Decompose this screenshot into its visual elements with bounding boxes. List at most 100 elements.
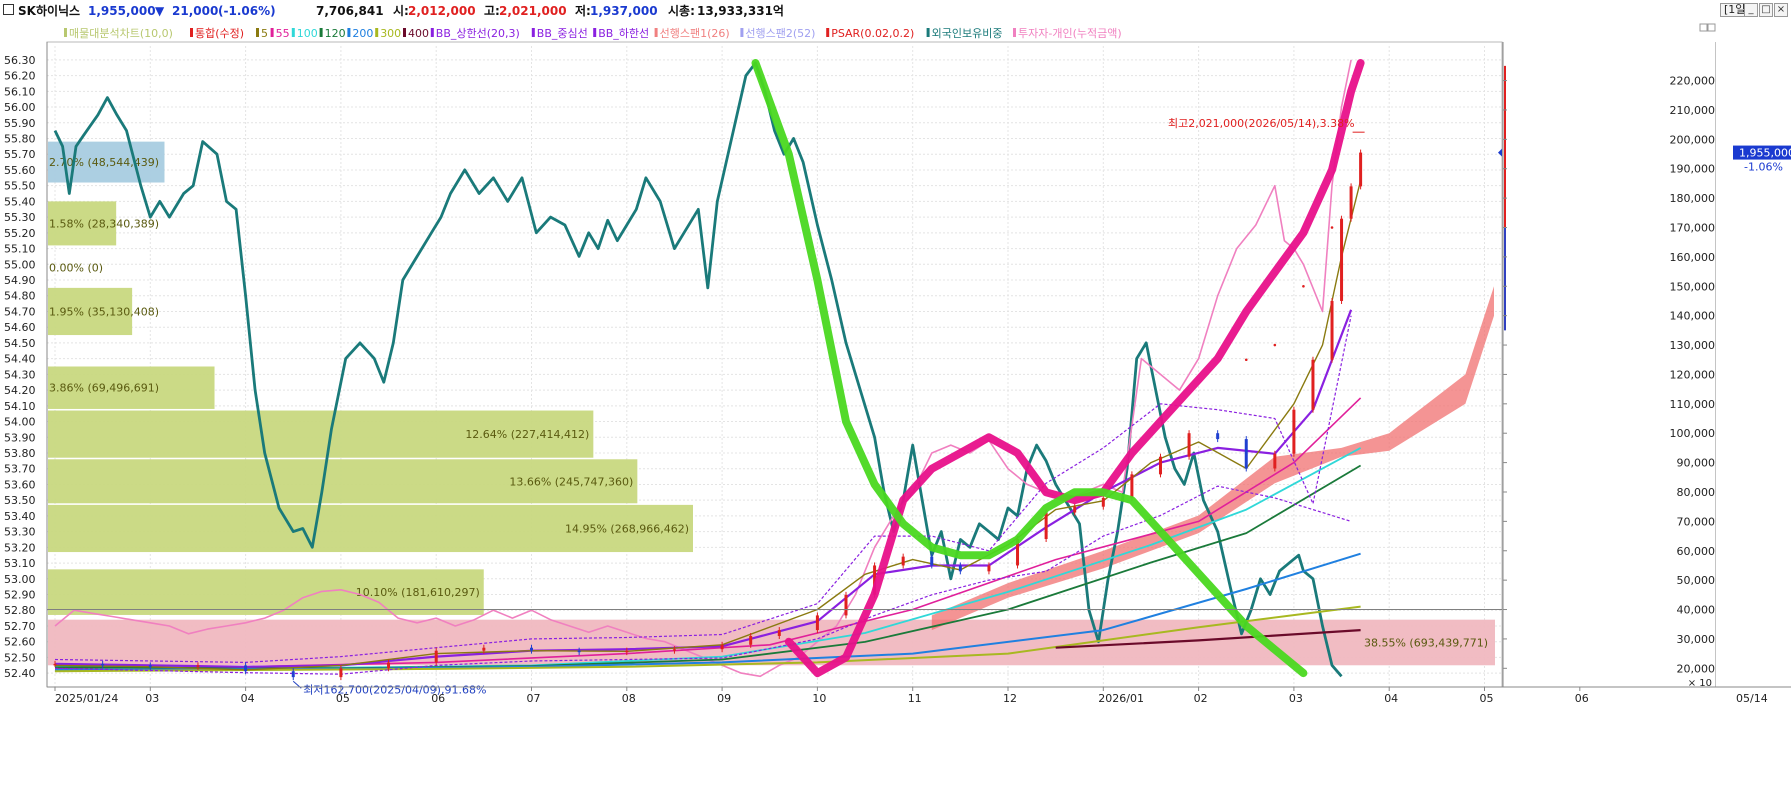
select-checkbox[interactable] xyxy=(3,4,14,15)
x-axis-tick: 12 xyxy=(1003,692,1017,705)
candle-body xyxy=(339,668,343,678)
current-price-label: 1,955,000 xyxy=(1739,147,1791,160)
minimize-button[interactable]: _ xyxy=(1744,3,1758,17)
current-price: 1,955,000 xyxy=(88,4,156,18)
legend-swatch xyxy=(375,28,379,37)
legend-item: 120 xyxy=(325,27,346,40)
open-price: 2,012,000 xyxy=(408,4,476,18)
cap-label: 시총: xyxy=(668,4,695,18)
right-axis-tick: 150,000 xyxy=(1670,280,1716,293)
x-axis-tick: 2026/01 xyxy=(1098,692,1144,705)
low-price: 1,937,000 xyxy=(590,4,658,18)
right-axis-tick: 180,000 xyxy=(1670,192,1716,205)
right-axis-tick: 90,000 xyxy=(1677,457,1716,470)
left-axis-tick: 53.60 xyxy=(4,478,36,491)
left-axis-tick: 52.80 xyxy=(4,604,36,617)
candle-body xyxy=(672,649,676,651)
x-axis-tick: 10 xyxy=(812,692,826,705)
candle-body xyxy=(53,663,57,666)
left-axis-tick: 53.00 xyxy=(4,573,36,586)
legend-item: 통합(수정) xyxy=(195,27,244,40)
right-axis-tick: 190,000 xyxy=(1670,163,1716,176)
legend-item: PSAR(0.02,0.2) xyxy=(831,27,914,40)
left-axis-tick: 53.40 xyxy=(4,510,36,523)
left-axis-tick: 54.40 xyxy=(4,353,36,366)
left-axis-tick: 56.10 xyxy=(4,85,36,98)
legend-item: 매물대분석차트(10,0) xyxy=(69,27,173,40)
left-axis-tick: 52.90 xyxy=(4,589,36,602)
left-axis-tick: 53.20 xyxy=(4,541,36,554)
legend-swatch xyxy=(531,28,535,37)
left-axis-tick: 53.80 xyxy=(4,447,36,460)
legend-swatch xyxy=(347,28,351,37)
x-axis-tick: 09 xyxy=(717,692,731,705)
left-axis-tick: 53.70 xyxy=(4,463,36,476)
left-axis-tick: 55.50 xyxy=(4,180,36,193)
volume: 7,706,841 xyxy=(316,4,384,18)
right-axis-tick: 80,000 xyxy=(1677,486,1716,499)
x-axis-tick: 05 xyxy=(336,692,350,705)
candle-body xyxy=(1187,433,1191,457)
left-axis-tick: 54.70 xyxy=(4,305,36,318)
volume-profile-label: 0.00% (0) xyxy=(49,261,103,274)
legend-item: 외국인보유비중 xyxy=(932,27,1003,40)
stock-name[interactable]: SK하이닉스 xyxy=(18,4,80,18)
right-axis-tick: 120,000 xyxy=(1670,368,1716,381)
legend-swatch xyxy=(190,28,193,37)
left-axis-tick: 55.80 xyxy=(4,132,36,145)
candle-body xyxy=(844,594,848,616)
left-axis-tick: 54.50 xyxy=(4,337,36,350)
left-axis-tick: 54.80 xyxy=(4,290,36,303)
market-cap: 13,933,331억 xyxy=(697,4,784,18)
left-axis-tick: 55.10 xyxy=(4,243,36,256)
candle-body xyxy=(1101,497,1105,507)
legend-item: 선행스팬1(26) xyxy=(660,27,730,40)
candle-body xyxy=(291,671,295,678)
candle-body xyxy=(1292,409,1296,454)
right-axis-tick: 100,000 xyxy=(1670,427,1716,440)
legend-item: BB_중심선 xyxy=(537,27,588,40)
left-axis-tick: 55.60 xyxy=(4,164,36,177)
candle-body xyxy=(482,647,486,651)
legend-swatch xyxy=(826,28,830,37)
left-axis-tick: 53.50 xyxy=(4,494,36,507)
volume-profile-label: 14.95% (268,966,462) xyxy=(565,522,689,535)
right-axis-tick: 140,000 xyxy=(1670,310,1716,323)
x-axis-tick: 07 xyxy=(527,692,541,705)
maximize-button[interactable]: □ xyxy=(1759,3,1773,17)
price-chart[interactable]: 2.70% (48,544,439)1.58% (28,340,389)0.00… xyxy=(0,22,1791,812)
legend-swatch xyxy=(319,28,323,37)
low-label: 저: xyxy=(575,4,591,18)
left-axis-tick: 52.50 xyxy=(4,651,36,664)
left-axis-tick: 52.60 xyxy=(4,636,36,649)
x-axis-tick: 02 xyxy=(1194,692,1208,705)
legend-swatch xyxy=(740,28,744,37)
legend-item: 300 xyxy=(380,27,401,40)
candle-body xyxy=(777,630,781,636)
high-annotation: 최고2,021,000(2026/05/14),3.38% xyxy=(1168,117,1355,130)
candle-body xyxy=(1073,506,1077,513)
candle-body xyxy=(987,565,991,572)
x-axis-tick: 03 xyxy=(1289,692,1303,705)
psar-dot xyxy=(1302,284,1305,288)
close-button[interactable]: × xyxy=(1774,3,1788,17)
left-axis-tick: 55.40 xyxy=(4,195,36,208)
down-arrow-icon: ▼ xyxy=(155,4,165,18)
x-axis-tick: 11 xyxy=(908,692,922,705)
left-axis-tick: 54.20 xyxy=(4,384,36,397)
right-axis-tick: 70,000 xyxy=(1677,515,1716,528)
left-axis-tick: 55.30 xyxy=(4,211,36,224)
x-axis-tick: 05/14 xyxy=(1736,692,1768,705)
candle-body xyxy=(720,644,724,650)
volume-profile-label: 12.64% (227,414,412) xyxy=(465,428,589,441)
right-axis-tick: 220,000 xyxy=(1670,75,1716,88)
x-axis-tick: 04 xyxy=(241,692,255,705)
right-axis-tick: 160,000 xyxy=(1670,251,1716,264)
volume-profile-label: 38.55% (693,439,771) xyxy=(1364,636,1488,649)
candle-body xyxy=(625,650,629,653)
right-axis-tick: 130,000 xyxy=(1670,339,1716,352)
legend-swatch xyxy=(270,28,274,37)
left-axis-tick: 53.10 xyxy=(4,557,36,570)
candle-body xyxy=(958,565,962,572)
candle-body xyxy=(815,615,819,631)
